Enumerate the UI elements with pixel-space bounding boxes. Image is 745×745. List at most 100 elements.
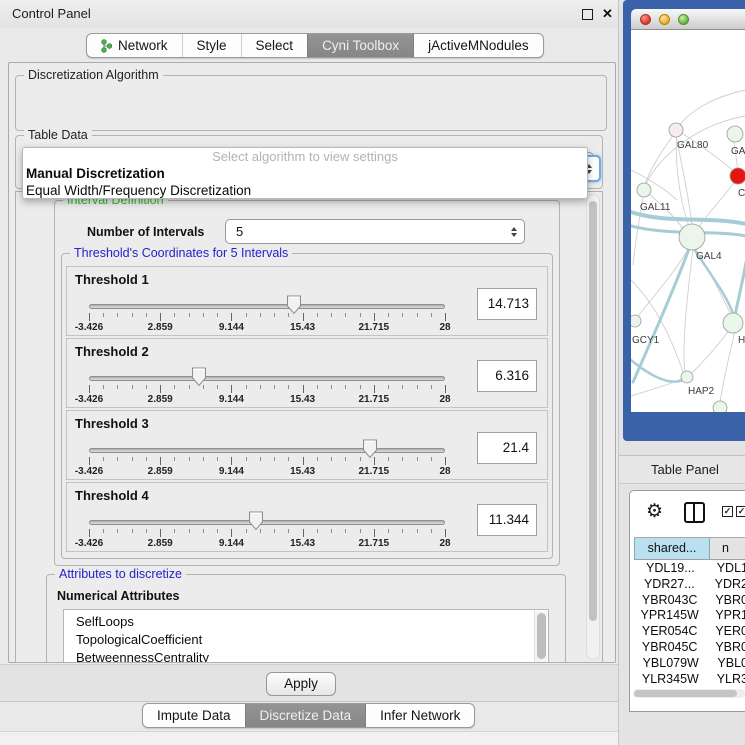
table-row[interactable]: YPR145WYPR1 [634,608,745,624]
network-edge-thick [735,262,745,315]
tab-infer-network[interactable]: Infer Network [365,704,474,727]
threshold-value-field[interactable]: 6.316 [477,360,537,392]
table-row[interactable]: YLR345WYLR3 [634,672,745,688]
threshold-value-field[interactable]: 11.344 [477,504,537,536]
column-header-name[interactable]: n [710,538,745,559]
column-header-shared[interactable]: shared... [634,538,710,559]
tab-discretize-data[interactable]: Discretize Data [245,704,366,727]
tab-jactivemnodules[interactable]: jActiveMNodules [413,34,543,57]
cell-shared-name[interactable]: YBR045C [634,640,705,656]
slider-track[interactable] [89,376,445,381]
attribute-item-topologicalcoefficient[interactable]: TopologicalCoefficient [64,631,548,649]
slider-track[interactable] [89,304,445,309]
algorithm-option-equal-width-frequency-discretization[interactable]: Equal Width/Frequency Discretization [23,182,587,199]
table-row[interactable]: YER054CYER0 [634,624,745,640]
float-window-icon[interactable] [582,9,593,20]
slider-tick [231,457,232,465]
slider-tick [303,457,304,465]
minimize-traffic-light-icon[interactable] [659,14,670,25]
table-row[interactable]: YBL079WYBL0 [634,656,745,672]
table-row[interactable]: YBR045CYBR0 [634,640,745,656]
table-row[interactable]: YDL19...YDL1 [634,561,745,577]
close-icon[interactable]: ✕ [602,5,613,23]
network-node-ga[interactable] [727,126,743,142]
cell-shared-name[interactable]: YPR145W [634,608,705,624]
cell-name[interactable]: YIL0 [710,687,745,688]
slider-thumb[interactable] [286,295,302,315]
slider-tick-label: 28 [415,394,475,405]
slider-thumb[interactable] [248,511,264,531]
tab-impute-data[interactable]: Impute Data [143,704,245,727]
attribute-item-selfloops[interactable]: SelfLoops [64,613,548,631]
cell-shared-name[interactable]: YIL052C [634,687,710,688]
cell-shared-name[interactable]: YBL079W [634,656,707,672]
network-node-h[interactable] [723,313,743,333]
cell-name[interactable]: YBR0 [705,593,745,609]
slider-tick [103,457,104,461]
slider-tick [117,313,118,317]
network-node[interactable] [713,401,727,412]
table-row[interactable]: YBR043CYBR0 [634,593,745,609]
cell-name[interactable]: YPR1 [705,608,745,624]
apply-toolbar: Apply [0,664,618,702]
network-node-gal80[interactable] [669,123,683,137]
cell-shared-name[interactable]: YDR27... [634,577,705,593]
cell-name[interactable]: YDR2 [705,577,745,593]
tab-network[interactable]: Network [87,34,182,57]
thresholds-group: Threshold's Coordinates for 5 Intervals … [61,253,553,559]
slider-thumb[interactable] [362,439,378,459]
network-node-hap2[interactable] [681,371,693,383]
network-node-gcy1[interactable] [631,315,641,327]
attribute-item-betweennesscentrality[interactable]: BetweennessCentrality [64,649,548,663]
slider-tick [117,529,118,533]
tab-cyni-toolbox[interactable]: Cyni Toolbox [307,34,413,57]
cell-shared-name[interactable]: YLR345W [634,672,707,688]
zoom-traffic-light-icon[interactable] [678,14,689,25]
slider-tick [274,529,275,533]
checkbox-icon[interactable]: ✓ [722,506,733,517]
network-node-gal4[interactable] [679,224,705,250]
network-node-gal11[interactable] [637,183,651,197]
columns-icon[interactable] [684,502,705,523]
cell-name[interactable]: YBR0 [705,640,745,656]
threshold-value-field[interactable]: 21.4 [477,432,537,464]
checkbox-icon[interactable]: ✓ [736,506,745,517]
slider-track[interactable] [89,448,445,453]
scrollbar-thumb[interactable] [634,690,737,697]
scrollbar-thumb[interactable] [589,201,597,621]
close-traffic-light-icon[interactable] [640,14,651,25]
slider-tick-label: 28 [415,322,475,333]
numerical-attributes-label: Numerical Attributes [57,589,179,603]
apply-button[interactable]: Apply [266,672,336,696]
tab-select[interactable]: Select [241,34,308,57]
attributes-scrollbar[interactable] [534,611,547,663]
panel-scrollbar[interactable] [586,194,600,660]
cell-shared-name[interactable]: YBR043C [634,593,705,609]
slider-tick [331,313,332,317]
gear-icon[interactable]: ⚙ [646,500,663,524]
scrollbar-thumb[interactable] [537,613,546,659]
slider-tick [445,529,446,537]
threshold-value-field[interactable]: 14.713 [477,288,537,320]
cell-name[interactable]: YER0 [705,624,745,640]
table-row[interactable]: YDR27...YDR2 [634,577,745,593]
table-horizontal-scrollbar[interactable] [633,689,745,698]
number-of-intervals-select[interactable]: 5 [225,219,525,244]
control-panel-titlebar: Control Panel ✕ [0,0,618,28]
cell-name[interactable]: YDL1 [707,561,745,577]
slider-thumb[interactable] [191,367,207,387]
cell-shared-name[interactable]: YER054C [634,624,705,640]
slider-track[interactable] [89,520,445,525]
tab-style[interactable]: Style [182,34,241,57]
numerical-attributes-list[interactable]: SelfLoopsTopologicalCoefficientBetweenne… [63,609,549,663]
cell-name[interactable]: YBL0 [707,656,745,672]
algorithm-option-manual-discretization[interactable]: Manual Discretization [23,165,587,182]
network-node-label: GA [731,146,745,157]
cell-name[interactable]: YLR3 [707,672,745,688]
cell-shared-name[interactable]: YDL19... [634,561,707,577]
table-header-row: shared... n [634,537,745,560]
network-node-label: GCY1 [632,335,660,346]
network-node-c[interactable] [730,168,745,184]
table-row[interactable]: YIL052CYIL0 [634,687,745,688]
network-canvas[interactable]: GAL80GACGAL11GAL4GCY1HHAP2 [631,30,745,412]
